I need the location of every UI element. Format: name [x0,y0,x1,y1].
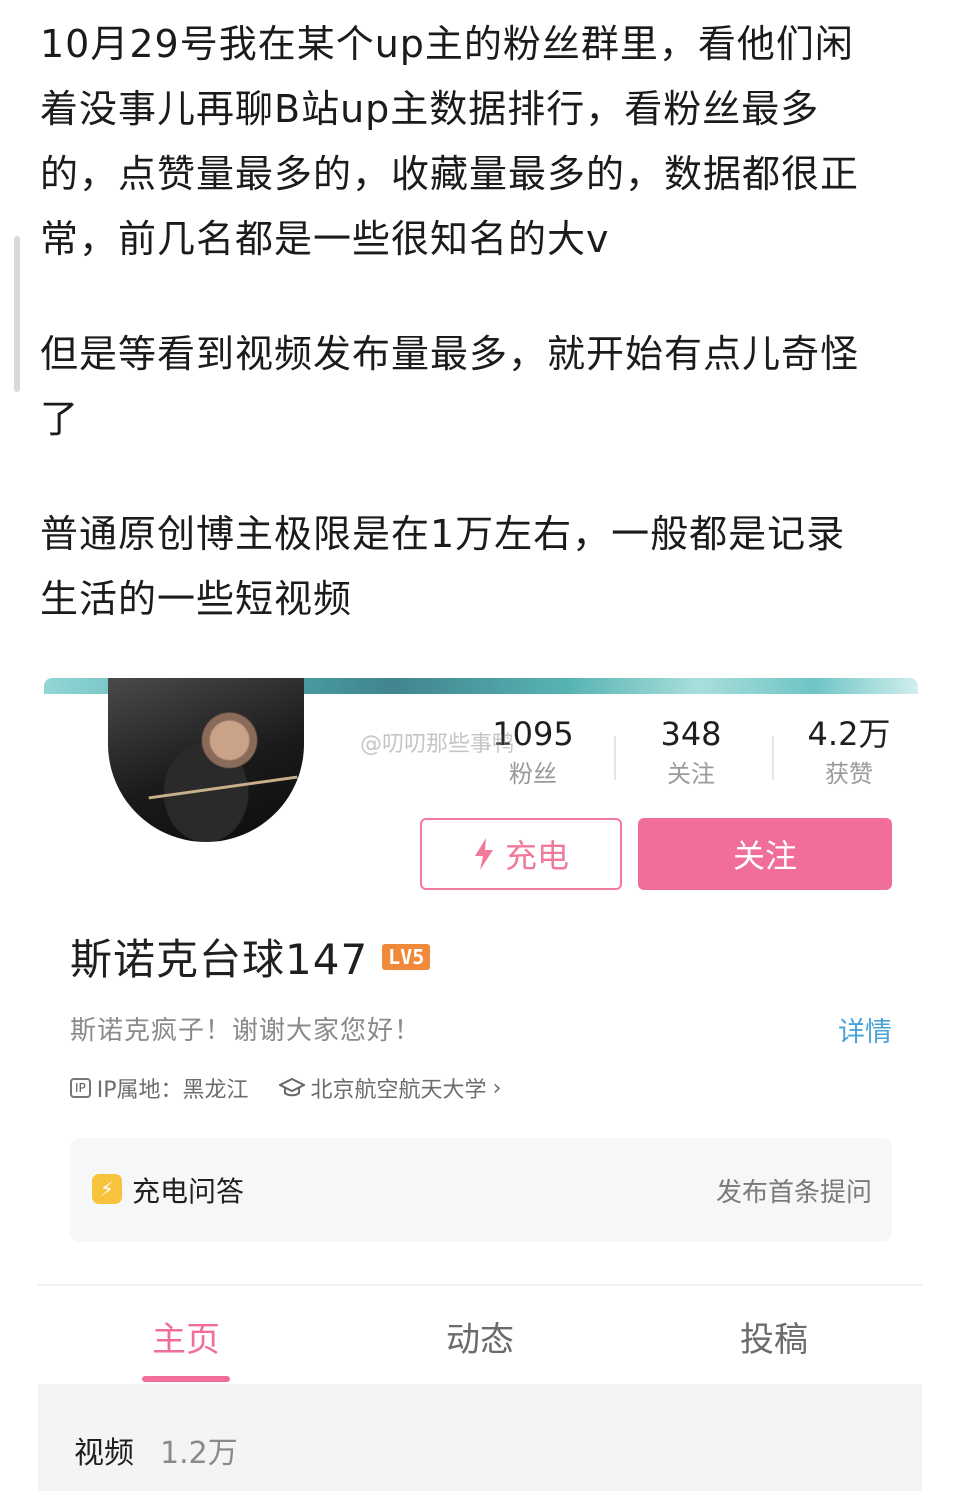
profile-name-row: 斯诺克台球147 LV5 [70,926,431,987]
detail-link[interactable]: 详情 [838,1010,892,1049]
profile-name: 斯诺克台球147 [70,935,369,984]
post-line: 常，前几名都是一些很知名的大v [40,217,610,261]
avatar[interactable] [108,678,304,842]
lightning-icon [474,838,493,870]
graduation-cap-icon [278,1078,305,1097]
profile-card-screenshot: 1095 粉丝 348 关注 4.2万 获赞 @叨叨那些事鸭 充电 关注 斯诺克… [38,676,922,1491]
post-line: 生活的一些短视频 [40,577,353,621]
scrollbar[interactable] [14,236,20,392]
post-line: 普通原创博主极限是在1万左右，一般都是记录 [40,512,846,556]
stat-label: 粉丝 [509,760,557,788]
qa-label: 充电问答 [132,1175,245,1208]
stat-value: 4.2万 [807,715,891,753]
tab-dynamics[interactable]: 动态 [380,1312,580,1361]
active-tab-indicator [142,1376,230,1382]
follow-button-label: 关注 [732,837,797,875]
post-line: 但是等看到视频发布量最多，就开始有点儿奇怪 [40,332,860,376]
post-body: 10月29号我在某个up主的粉丝群里，看他们闲 着没事儿再聊B站up主数据排行，… [40,12,920,632]
stat-value: 348 [660,715,722,753]
post-line: 了 [40,397,80,441]
post-paragraph: 10月29号我在某个up主的粉丝群里，看他们闲 着没事儿再聊B站up主数据排行，… [40,12,920,272]
ask-question-link[interactable]: 发布首条提问 [716,1172,872,1209]
post-line: 的，点赞量最多的，收藏量最多的，数据都很正 [40,152,860,196]
post-line: 着没事儿再聊B站up主数据排行，看粉丝最多 [40,87,820,131]
charge-button-label: 充电 [504,837,569,875]
tab-uploads[interactable]: 投稿 [674,1312,874,1361]
charge-qa-panel[interactable]: ⚡ 充电问答 发布首条提问 [70,1138,892,1242]
level-badge: LV5 [382,943,431,970]
profile-meta: IP IP属地：黑龙江 北京航空航天大学 › [70,1072,501,1104]
stat-label: 关注 [667,760,715,788]
videos-label: 视频 [74,1436,134,1471]
divider [38,1284,922,1286]
stat-label: 获赞 [825,760,873,788]
watermark-text: @叨叨那些事鸭 [360,732,515,757]
follow-button[interactable]: 关注 [638,818,892,890]
stat-following[interactable]: 348 关注 [616,712,766,792]
charge-button[interactable]: 充电 [420,818,622,890]
lightning-badge-icon: ⚡ [92,1174,122,1204]
tab-home[interactable]: 主页 [86,1312,286,1361]
chevron-right-icon: › [492,1075,502,1101]
post-paragraph: 普通原创博主极限是在1万左右，一般都是记录 生活的一些短视频 [40,502,920,632]
stat-likes[interactable]: 4.2万 获赞 [774,712,922,792]
videos-section-header: 视频 1.2万 [38,1384,922,1491]
ip-location: IP属地：黑龙江 [96,1078,249,1103]
post-line: 10月29号我在某个up主的粉丝群里，看他们闲 [40,22,854,66]
profile-tabs: 主页 动态 投稿 [38,1288,922,1384]
videos-count: 1.2万 [160,1436,238,1471]
school-link[interactable]: 北京航空航天大学 [311,1072,487,1104]
post-paragraph: 但是等看到视频发布量最多，就开始有点儿奇怪 了 [40,322,920,452]
ip-icon: IP [70,1078,91,1098]
profile-bio: 斯诺克疯子！谢谢大家您好！ [70,1016,422,1046]
cue-stick-graphic [148,775,298,800]
